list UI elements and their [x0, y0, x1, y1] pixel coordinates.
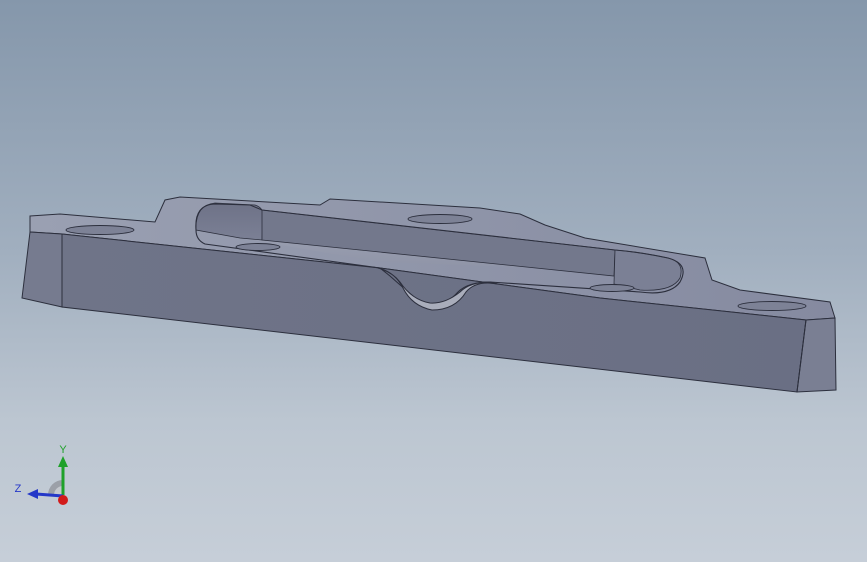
part-model[interactable] [0, 0, 867, 562]
y-axis-label: Y [59, 444, 67, 456]
z-axis-label: Z [15, 483, 22, 495]
z-axis-line [35, 492, 64, 498]
mounting-hole[interactable] [737, 301, 807, 311]
mounting-hole[interactable] [235, 243, 281, 251]
mounting-hole[interactable] [407, 214, 473, 224]
z-axis-arrow [27, 489, 38, 499]
plate-left-end-face[interactable] [21, 231, 63, 308]
graphics-viewport[interactable]: Y Z [0, 0, 867, 562]
view-orientation-triad[interactable]: Y Z [10, 440, 80, 515]
mounting-hole[interactable] [65, 225, 135, 235]
triad-graphic: Y Z [15, 444, 68, 505]
y-axis-arrow [58, 456, 68, 467]
mounting-hole[interactable] [589, 284, 635, 292]
x-axis-dot [58, 495, 68, 505]
